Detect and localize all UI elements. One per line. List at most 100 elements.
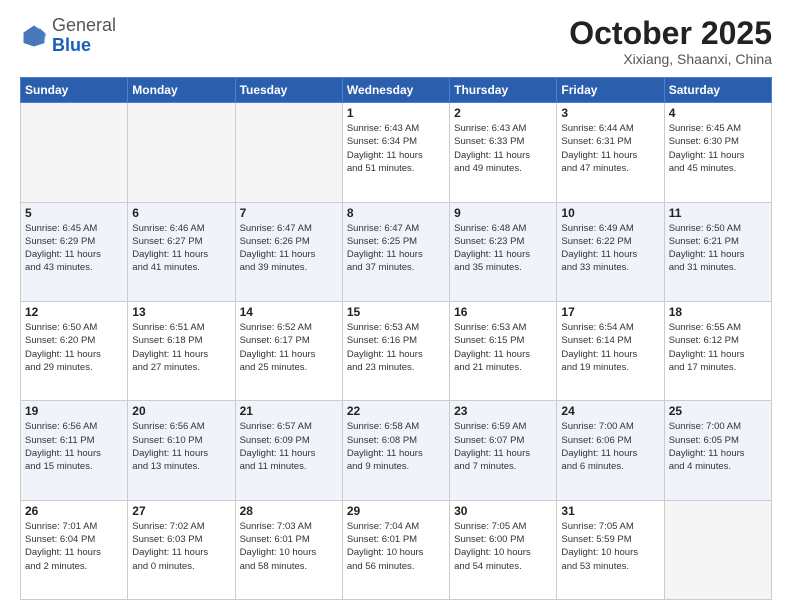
table-row [664, 500, 771, 599]
day-info: Sunrise: 6:46 AM Sunset: 6:27 PM Dayligh… [132, 222, 230, 275]
day-number: 25 [669, 404, 767, 418]
table-row [21, 103, 128, 202]
col-wednesday: Wednesday [342, 78, 449, 103]
table-row: 16 Sunrise: 6:53 AM Sunset: 6:15 PM Dayli… [450, 301, 557, 400]
day-number: 16 [454, 305, 552, 319]
table-row: 4 Sunrise: 6:45 AM Sunset: 6:30 PM Daylig… [664, 103, 771, 202]
day-info: Sunrise: 7:04 AM Sunset: 6:01 PM Dayligh… [347, 520, 445, 573]
table-row: 17 Sunrise: 6:54 AM Sunset: 6:14 PM Dayli… [557, 301, 664, 400]
day-number: 5 [25, 206, 123, 220]
day-number: 2 [454, 106, 552, 120]
table-row: 15 Sunrise: 6:53 AM Sunset: 6:16 PM Dayli… [342, 301, 449, 400]
calendar-table: Sunday Monday Tuesday Wednesday Thursday… [20, 77, 772, 600]
day-number: 10 [561, 206, 659, 220]
table-row: 6Sunrise: 6:46 AM Sunset: 6:27 PM Daylig… [128, 202, 235, 301]
day-number: 30 [454, 504, 552, 518]
table-row: 19Sunrise: 6:56 AM Sunset: 6:11 PM Dayli… [21, 401, 128, 500]
table-row: 18 Sunrise: 6:55 AM Sunset: 6:12 PM Dayli… [664, 301, 771, 400]
table-row: 7 Sunrise: 6:47 AM Sunset: 6:26 PM Daylig… [235, 202, 342, 301]
day-number: 24 [561, 404, 659, 418]
table-row: 28 Sunrise: 7:03 AM Sunset: 6:01 PM Dayli… [235, 500, 342, 599]
day-number: 11 [669, 206, 767, 220]
table-row: 30Sunrise: 7:05 AM Sunset: 6:00 PM Dayli… [450, 500, 557, 599]
logo-blue: Blue [52, 35, 91, 55]
day-info: Sunrise: 6:54 AM Sunset: 6:14 PM Dayligh… [561, 321, 659, 374]
table-row: 25Sunrise: 7:00 AM Sunset: 6:05 PM Dayli… [664, 401, 771, 500]
day-info: Sunrise: 6:49 AM Sunset: 6:22 PM Dayligh… [561, 222, 659, 275]
table-row: 13 Sunrise: 6:51 AM Sunset: 6:18 PM Dayli… [128, 301, 235, 400]
table-row [235, 103, 342, 202]
table-row: 3Sunrise: 6:44 AM Sunset: 6:31 PM Daylig… [557, 103, 664, 202]
day-info: Sunrise: 6:45 AM Sunset: 6:30 PM Dayligh… [669, 122, 767, 175]
day-info: Sunrise: 6:43 AM Sunset: 6:33 PM Dayligh… [454, 122, 552, 175]
table-row: 29 Sunrise: 7:04 AM Sunset: 6:01 PM Dayli… [342, 500, 449, 599]
day-number: 9 [454, 206, 552, 220]
table-row: 1Sunrise: 6:43 AM Sunset: 6:34 PM Daylig… [342, 103, 449, 202]
table-row: 24 Sunrise: 7:00 AM Sunset: 6:06 PM Dayli… [557, 401, 664, 500]
page: General Blue October 2025 Xixiang, Shaan… [0, 0, 792, 612]
day-number: 4 [669, 106, 767, 120]
col-saturday: Saturday [664, 78, 771, 103]
table-row [128, 103, 235, 202]
day-number: 7 [240, 206, 338, 220]
day-number: 19 [25, 404, 123, 418]
day-info: Sunrise: 6:55 AM Sunset: 6:12 PM Dayligh… [669, 321, 767, 374]
day-number: 17 [561, 305, 659, 319]
header: General Blue October 2025 Xixiang, Shaan… [20, 16, 772, 67]
logo-general: General [52, 15, 116, 35]
day-info: Sunrise: 7:00 AM Sunset: 6:06 PM Dayligh… [561, 420, 659, 473]
day-number: 15 [347, 305, 445, 319]
day-number: 18 [669, 305, 767, 319]
day-info: Sunrise: 6:50 AM Sunset: 6:21 PM Dayligh… [669, 222, 767, 275]
day-info: Sunrise: 7:02 AM Sunset: 6:03 PM Dayligh… [132, 520, 230, 573]
table-row: 26 Sunrise: 7:01 AM Sunset: 6:04 PM Dayli… [21, 500, 128, 599]
calendar-week-row: 26 Sunrise: 7:01 AM Sunset: 6:04 PM Dayli… [21, 500, 772, 599]
calendar-week-row: 19Sunrise: 6:56 AM Sunset: 6:11 PM Dayli… [21, 401, 772, 500]
col-sunday: Sunday [21, 78, 128, 103]
day-info: Sunrise: 7:03 AM Sunset: 6:01 PM Dayligh… [240, 520, 338, 573]
day-number: 22 [347, 404, 445, 418]
day-number: 26 [25, 504, 123, 518]
day-info: Sunrise: 7:01 AM Sunset: 6:04 PM Dayligh… [25, 520, 123, 573]
table-row: 11 Sunrise: 6:50 AM Sunset: 6:21 PM Dayli… [664, 202, 771, 301]
day-info: Sunrise: 6:53 AM Sunset: 6:16 PM Dayligh… [347, 321, 445, 374]
day-info: Sunrise: 6:50 AM Sunset: 6:20 PM Dayligh… [25, 321, 123, 374]
day-number: 14 [240, 305, 338, 319]
table-row: 27Sunrise: 7:02 AM Sunset: 6:03 PM Dayli… [128, 500, 235, 599]
day-number: 28 [240, 504, 338, 518]
day-info: Sunrise: 7:05 AM Sunset: 5:59 PM Dayligh… [561, 520, 659, 573]
table-row: 21Sunrise: 6:57 AM Sunset: 6:09 PM Dayli… [235, 401, 342, 500]
table-row: 31 Sunrise: 7:05 AM Sunset: 5:59 PM Dayli… [557, 500, 664, 599]
month-title: October 2025 [569, 16, 772, 51]
day-info: Sunrise: 6:47 AM Sunset: 6:26 PM Dayligh… [240, 222, 338, 275]
table-row: 2 Sunrise: 6:43 AM Sunset: 6:33 PM Daylig… [450, 103, 557, 202]
logo-text: General Blue [52, 16, 116, 56]
calendar-week-row: 5 Sunrise: 6:45 AM Sunset: 6:29 PM Daylig… [21, 202, 772, 301]
day-info: Sunrise: 6:44 AM Sunset: 6:31 PM Dayligh… [561, 122, 659, 175]
logo-icon [20, 22, 48, 50]
day-info: Sunrise: 6:45 AM Sunset: 6:29 PM Dayligh… [25, 222, 123, 275]
day-number: 13 [132, 305, 230, 319]
day-number: 29 [347, 504, 445, 518]
calendar-week-row: 12 Sunrise: 6:50 AM Sunset: 6:20 PM Dayli… [21, 301, 772, 400]
day-number: 12 [25, 305, 123, 319]
day-number: 31 [561, 504, 659, 518]
col-monday: Monday [128, 78, 235, 103]
table-row: 5 Sunrise: 6:45 AM Sunset: 6:29 PM Daylig… [21, 202, 128, 301]
day-number: 20 [132, 404, 230, 418]
day-info: Sunrise: 6:59 AM Sunset: 6:07 PM Dayligh… [454, 420, 552, 473]
day-info: Sunrise: 6:57 AM Sunset: 6:09 PM Dayligh… [240, 420, 338, 473]
day-number: 8 [347, 206, 445, 220]
table-row: 9Sunrise: 6:48 AM Sunset: 6:23 PM Daylig… [450, 202, 557, 301]
table-row: 22 Sunrise: 6:58 AM Sunset: 6:08 PM Dayli… [342, 401, 449, 500]
day-info: Sunrise: 6:53 AM Sunset: 6:15 PM Dayligh… [454, 321, 552, 374]
table-row: 8 Sunrise: 6:47 AM Sunset: 6:25 PM Daylig… [342, 202, 449, 301]
day-number: 1 [347, 106, 445, 120]
day-info: Sunrise: 6:51 AM Sunset: 6:18 PM Dayligh… [132, 321, 230, 374]
col-tuesday: Tuesday [235, 78, 342, 103]
day-info: Sunrise: 6:58 AM Sunset: 6:08 PM Dayligh… [347, 420, 445, 473]
table-row: 23 Sunrise: 6:59 AM Sunset: 6:07 PM Dayli… [450, 401, 557, 500]
day-info: Sunrise: 6:56 AM Sunset: 6:10 PM Dayligh… [132, 420, 230, 473]
day-number: 23 [454, 404, 552, 418]
day-info: Sunrise: 6:47 AM Sunset: 6:25 PM Dayligh… [347, 222, 445, 275]
